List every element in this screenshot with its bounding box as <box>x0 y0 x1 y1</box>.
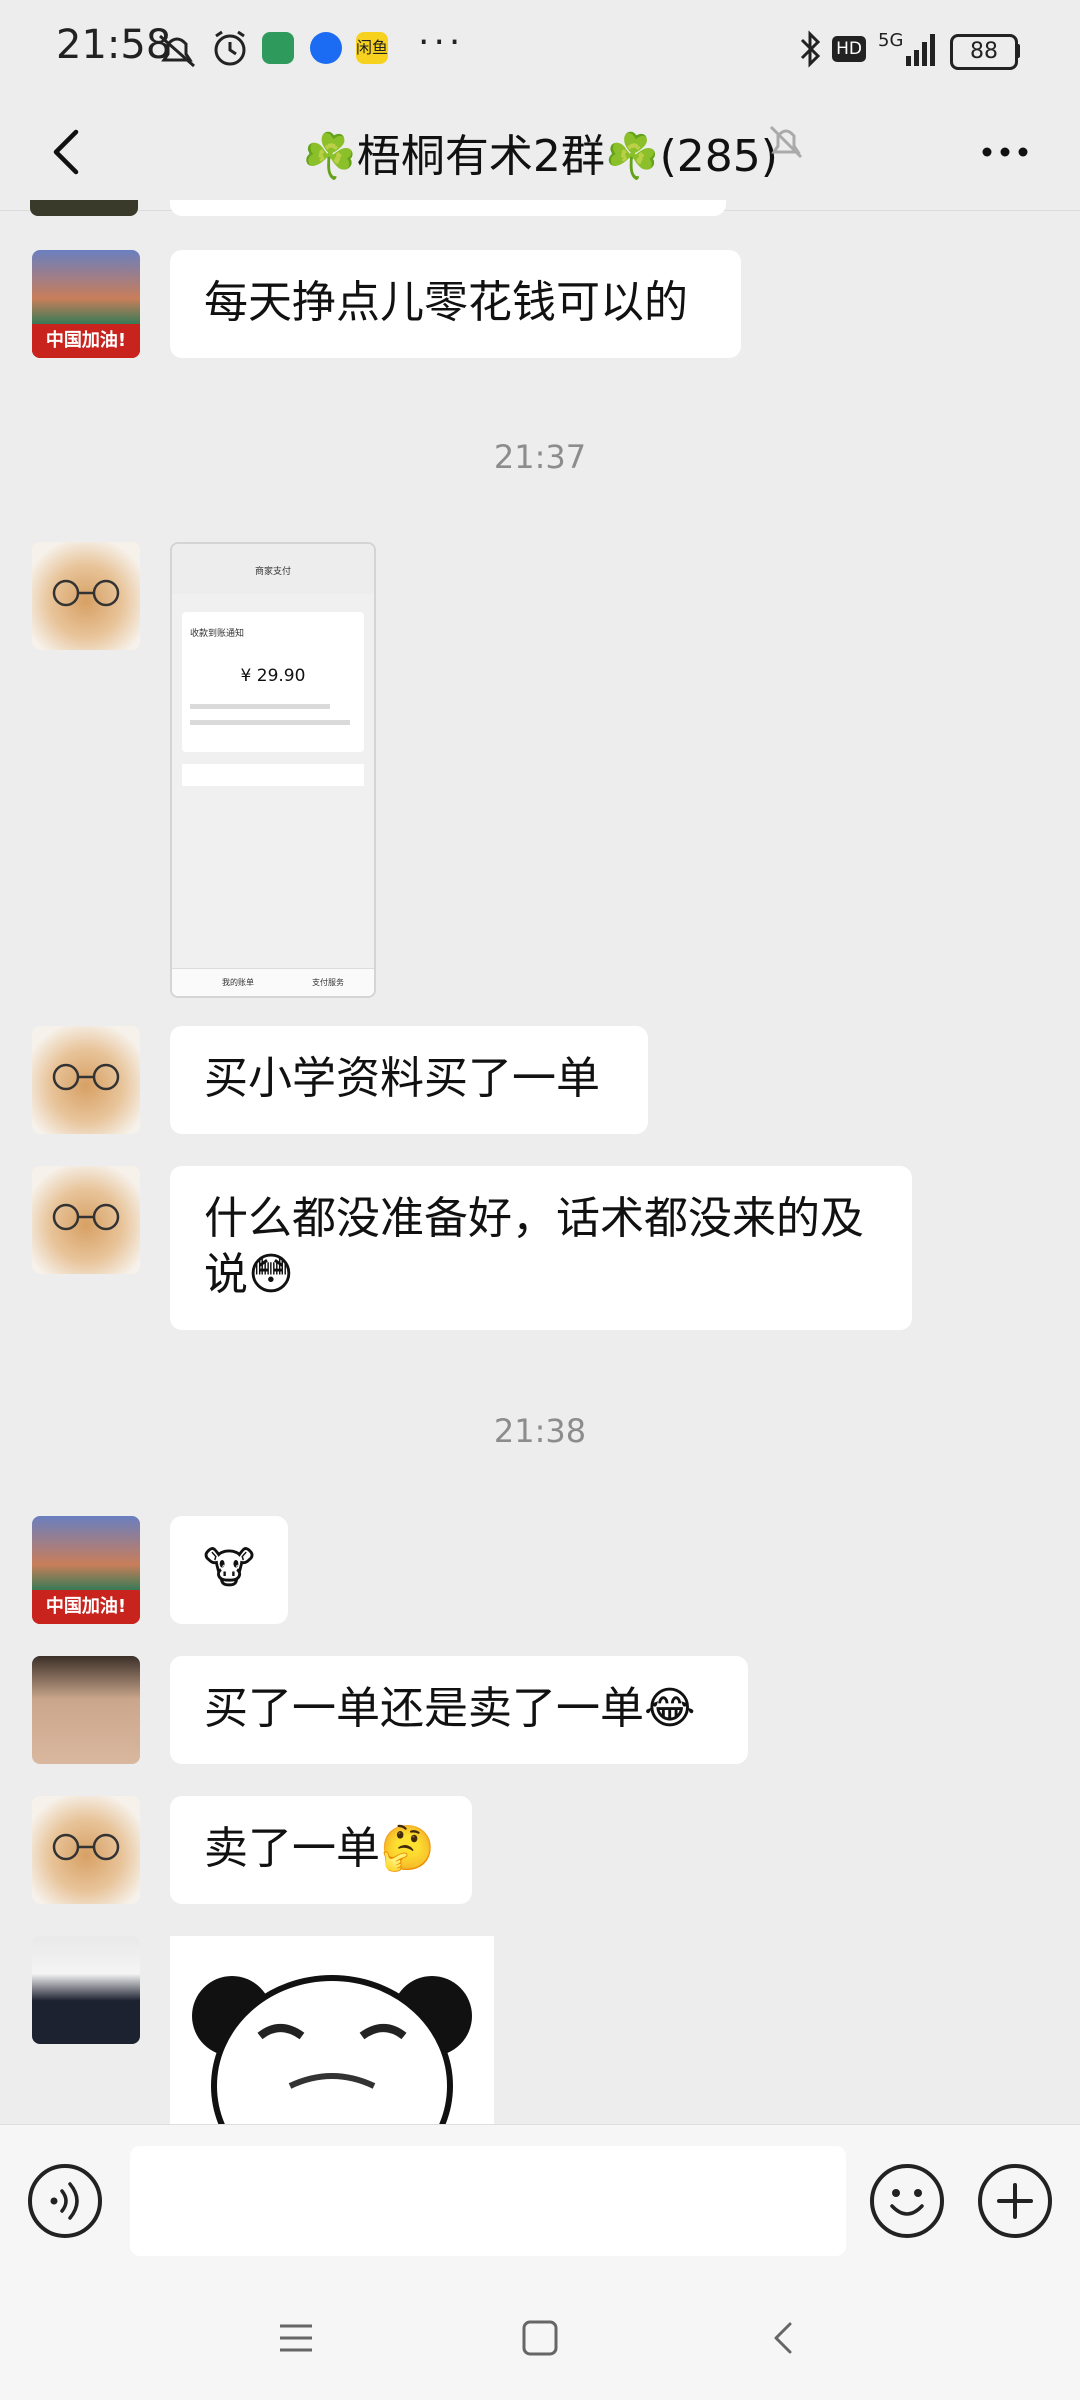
chat-header: ☘️梧桐有术2群☘️(285) <box>0 100 1080 211</box>
message-text: 每天挣点儿零花钱可以的 <box>204 277 688 328</box>
avatar-partial <box>30 200 138 216</box>
message-text: 买了一单还是卖了一单😂 <box>204 1683 696 1734</box>
mute-notification-icon <box>159 34 195 68</box>
timestamp: 21:37 <box>493 438 587 476</box>
screenshot-line <box>190 720 350 725</box>
avatar-flag-text: 中国加油! <box>32 324 140 358</box>
glasses-icon <box>52 579 120 607</box>
message-bubble[interactable]: 买小学资料买了一单 <box>170 1026 648 1134</box>
blue-app-icon <box>310 32 342 64</box>
message-input[interactable] <box>130 2146 846 2256</box>
screenshot-amount: ¥ 29.90 <box>240 666 306 686</box>
message-text: 卖了一单🤔 <box>204 1823 435 1874</box>
message-bubble[interactable]: 🐮 <box>170 1516 288 1624</box>
hd-badge: HD <box>832 36 866 62</box>
emoji-icon[interactable] <box>870 2164 944 2238</box>
menu-icon[interactable] <box>276 2318 316 2358</box>
more-notifications-icon: ··· <box>418 22 465 63</box>
avatar-cat[interactable] <box>32 1796 140 1904</box>
nav-back-icon[interactable] <box>764 2318 804 2358</box>
battery-indicator: 88 <box>950 34 1018 70</box>
message-text: 什么都没准备好，话术都没来的及说😳 <box>204 1193 864 1300</box>
screenshot-row <box>182 764 364 786</box>
avatar-china[interactable]: 中国加油! <box>32 250 140 358</box>
screenshot-footer: 我的账单 支付服务 <box>172 968 374 996</box>
avatar-cat[interactable] <box>32 542 140 650</box>
screenshot-footer-left: 我的账单 <box>222 978 254 987</box>
mute-bell-icon <box>769 125 803 159</box>
glasses-icon <box>52 1203 120 1231</box>
panda-sticker-image[interactable] <box>170 1936 494 2124</box>
screenshot-footer-right: 支付服务 <box>312 978 344 987</box>
signal-icon <box>906 34 935 66</box>
voice-icon[interactable] <box>28 2164 102 2238</box>
xianyu-app-icon: 闲鱼 <box>356 32 388 64</box>
avatar-cat[interactable] <box>32 1166 140 1274</box>
avatar-flag-text: 中国加油! <box>32 1590 140 1624</box>
glasses-icon <box>52 1063 120 1091</box>
chat-title: ☘️梧桐有术2群☘️(285) <box>302 131 778 182</box>
screenshot-card: 收款到账通知 ¥ 29.90 <box>182 612 364 752</box>
message-bubble-partial <box>170 200 726 216</box>
mobile-app-icon <box>262 32 294 64</box>
bluetooth-icon <box>800 30 821 68</box>
message-bubble[interactable]: 每天挣点儿零花钱可以的 <box>170 250 741 358</box>
message-text: 买小学资料买了一单 <box>204 1053 600 1104</box>
screenshot-line <box>190 704 330 709</box>
message-bubble[interactable]: 买了一单还是卖了一单😂 <box>170 1656 748 1764</box>
avatar-cat[interactable] <box>32 1026 140 1134</box>
plus-icon[interactable] <box>978 2164 1052 2238</box>
alarm-icon <box>214 30 246 66</box>
message-bubble[interactable]: 卖了一单🤔 <box>170 1796 472 1904</box>
message-bubble[interactable]: 什么都没准备好，话术都没来的及说😳 <box>170 1166 912 1330</box>
panda-face-icon <box>192 1975 472 2124</box>
screenshot-subtitle: 收款到账通知 <box>190 629 245 639</box>
home-icon[interactable] <box>520 2318 560 2358</box>
payment-screenshot-image[interactable]: 商家支付 收款到账通知 ¥ 29.90 我的账单 支付服务 <box>170 542 376 998</box>
avatar-suit-man[interactable] <box>32 1936 140 2044</box>
avatar-man[interactable] <box>32 1656 140 1764</box>
avatar-china[interactable]: 中国加油! <box>32 1516 140 1624</box>
more-dots-icon[interactable] <box>975 122 1035 182</box>
message-text: 🐮 <box>202 1543 256 1594</box>
glasses-icon <box>52 1833 120 1861</box>
screenshot-title: 商家支付 <box>254 567 291 577</box>
timestamp: 21:38 <box>493 1412 587 1450</box>
battery-tip <box>1015 44 1020 58</box>
